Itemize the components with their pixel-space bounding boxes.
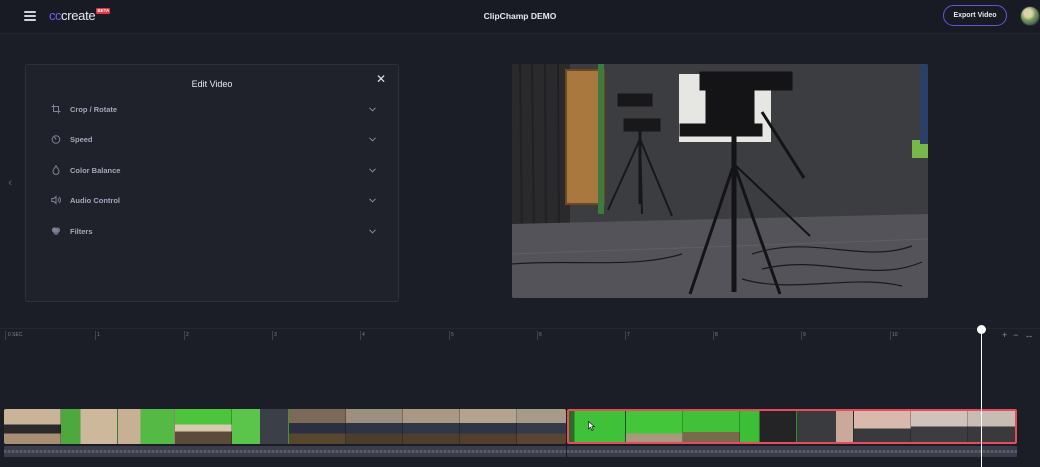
option-filters[interactable]: Filters bbox=[50, 223, 376, 239]
playhead-line[interactable] bbox=[981, 330, 982, 467]
thumbnail bbox=[683, 411, 740, 442]
clip-thumbnails bbox=[569, 411, 1015, 442]
hamburger-icon[interactable] bbox=[24, 11, 36, 21]
thumbnail bbox=[968, 411, 1015, 442]
timeline-ruler[interactable]: 0 SEC 1 2 3 4 5 6 7 8 9 10 bbox=[0, 328, 1040, 342]
chevron-down-icon bbox=[368, 196, 376, 204]
export-video-button[interactable]: Export Video bbox=[943, 5, 1007, 26]
thumbnail bbox=[797, 411, 854, 442]
zoom-out-icon[interactable]: − bbox=[1013, 330, 1018, 340]
edit-video-panel: Edit Video ✕ Crop / Rotate Speed Color B… bbox=[25, 64, 399, 302]
option-label: Speed bbox=[70, 134, 93, 144]
ruler-tick bbox=[801, 331, 802, 340]
logo-prefix: cc bbox=[49, 8, 62, 23]
thumbnail bbox=[911, 411, 968, 442]
chevron-down-icon bbox=[368, 166, 376, 174]
ruler-tick bbox=[360, 331, 361, 340]
ruler-tick bbox=[713, 331, 714, 340]
option-label: Color Balance bbox=[70, 165, 121, 175]
tick-label: 9 bbox=[803, 332, 806, 338]
volume-icon bbox=[50, 194, 62, 206]
audio-track-2[interactable] bbox=[567, 446, 1017, 457]
expand-icon[interactable]: ↔ bbox=[1025, 330, 1034, 340]
speed-icon bbox=[50, 133, 62, 145]
ruler-tick bbox=[272, 331, 273, 340]
crop-icon bbox=[50, 103, 62, 115]
thumbnail bbox=[289, 409, 346, 444]
thumbnail bbox=[346, 409, 403, 444]
thumbnail bbox=[118, 409, 175, 444]
thumbnail bbox=[4, 409, 61, 444]
thumbnail bbox=[569, 411, 626, 442]
thumbnail bbox=[232, 409, 289, 444]
thumbnail bbox=[740, 411, 797, 442]
chevron-down-icon bbox=[368, 135, 376, 143]
thumbnail bbox=[403, 409, 460, 444]
panel-title: Edit Video bbox=[191, 79, 233, 89]
option-crop-rotate[interactable]: Crop / Rotate bbox=[50, 101, 376, 117]
playhead-handle[interactable] bbox=[977, 325, 986, 334]
avatar[interactable] bbox=[1020, 6, 1040, 26]
mouse-cursor-icon bbox=[588, 421, 596, 431]
thumbnail bbox=[460, 409, 517, 444]
thumbnail bbox=[61, 409, 118, 444]
option-speed[interactable]: Speed bbox=[50, 131, 376, 147]
tick-label: 5 bbox=[451, 332, 454, 338]
tick-label: 8 bbox=[715, 332, 718, 338]
video-preview[interactable] bbox=[512, 64, 928, 298]
video-clip-1[interactable] bbox=[4, 409, 566, 444]
ruler-tick bbox=[95, 331, 96, 340]
logo-word: create bbox=[61, 8, 96, 23]
ruler-tick bbox=[5, 331, 6, 340]
option-audio-control[interactable]: Audio Control bbox=[50, 192, 376, 208]
beta-badge: BETA bbox=[96, 8, 111, 14]
clip-thumbnails bbox=[4, 409, 566, 444]
chevron-down-icon bbox=[368, 227, 376, 235]
close-icon[interactable]: ✕ bbox=[375, 73, 387, 85]
tick-label: 2 bbox=[186, 332, 189, 338]
thumbnail bbox=[175, 409, 232, 444]
thumbnail bbox=[626, 411, 683, 442]
tick-label: 0 SEC bbox=[8, 332, 23, 338]
droplet-icon bbox=[50, 164, 62, 176]
ruler-tick bbox=[537, 331, 538, 340]
tick-label: 7 bbox=[627, 332, 630, 338]
filters-icon bbox=[50, 225, 62, 237]
option-color-balance[interactable]: Color Balance bbox=[50, 162, 376, 178]
audio-waveform bbox=[4, 450, 566, 453]
tick-label: 1 bbox=[97, 332, 100, 338]
option-label: Audio Control bbox=[70, 195, 120, 205]
logo[interactable]: cc create BETA bbox=[49, 8, 111, 26]
collapse-panel-icon[interactable]: ‹‹ bbox=[8, 177, 13, 189]
video-clip-2-selected[interactable] bbox=[567, 409, 1017, 444]
ruler-tick bbox=[890, 331, 891, 340]
project-title: ClipChamp DEMO bbox=[483, 11, 557, 21]
thumbnail bbox=[517, 409, 566, 444]
audio-waveform bbox=[567, 450, 1017, 453]
ruler-tick bbox=[625, 331, 626, 340]
tick-label: 4 bbox=[362, 332, 365, 338]
tick-label: 3 bbox=[274, 332, 277, 338]
thumbnail bbox=[854, 411, 911, 442]
tick-label: 10 bbox=[892, 332, 898, 338]
top-bar: cc create BETA ClipChamp DEMO Export Vid… bbox=[0, 0, 1040, 34]
option-label: Crop / Rotate bbox=[70, 104, 118, 114]
tick-label: 6 bbox=[539, 332, 542, 338]
zoom-controls: + − ↔ bbox=[1002, 330, 1034, 340]
chevron-down-icon bbox=[368, 105, 376, 113]
audio-track-1[interactable] bbox=[4, 446, 566, 457]
ruler-tick bbox=[449, 331, 450, 340]
zoom-in-icon[interactable]: + bbox=[1002, 330, 1007, 340]
option-label: Filters bbox=[70, 226, 93, 236]
ruler-tick bbox=[184, 331, 185, 340]
